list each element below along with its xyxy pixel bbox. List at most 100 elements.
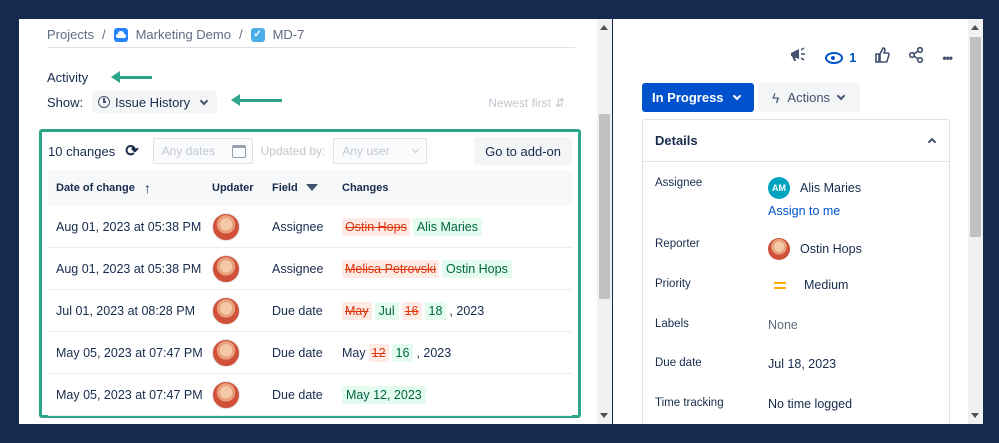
table-row: May 05, 2023 at 07:47 PM Due date May 12 16,… <box>48 332 572 374</box>
watchers-button[interactable]: 1 <box>825 50 856 65</box>
due-date-label: Due date <box>655 357 702 369</box>
reporter-row: Reporter Ostin Hops <box>655 238 939 260</box>
status-dropdown[interactable]: In Progress <box>642 83 754 112</box>
avatar[interactable] <box>212 338 240 367</box>
priority-name: Medium <box>804 278 849 292</box>
scroll-down-icon[interactable] <box>971 413 979 418</box>
history-addon: 10 changes ⟳ Any dates Updated by: Any u… <box>39 129 581 418</box>
scroll-up-icon[interactable] <box>971 25 979 30</box>
changes-cell: Melisa Petrovski Ostin Hops <box>342 259 572 278</box>
sort-order-toggle[interactable]: Newest first ⇵ <box>488 96 565 110</box>
table-row: Aug 01, 2023 at 05:38 PM Assignee Melisa P… <box>48 248 572 290</box>
details-panel: Details Assignee AM Alis Maries Assign t… <box>642 119 950 424</box>
changes-count: 10 changes <box>48 143 116 159</box>
changes-cell: Ostin Hops Alis Maries <box>342 217 572 236</box>
user-select[interactable]: Any user <box>333 138 428 164</box>
scroll-up-icon[interactable] <box>600 25 608 30</box>
changes-cell: May 12 16, 2023 <box>342 343 572 362</box>
sort-ascending-icon[interactable]: ↑ <box>144 180 151 196</box>
assign-to-me-row: Assign to me <box>768 204 939 218</box>
change-date: May 05, 2023 at 07:47 PM <box>56 387 203 402</box>
change-date: Aug 01, 2023 at 05:38 PM <box>56 261 202 276</box>
field-name: Due date <box>272 387 323 402</box>
chevron-down-icon <box>412 145 420 154</box>
clock-icon <box>98 96 110 108</box>
time-tracking-value[interactable]: No time logged <box>768 397 852 411</box>
time-tracking-label: Time tracking <box>655 397 724 409</box>
added-value: 16 <box>391 343 414 362</box>
scroll-down-icon[interactable] <box>600 413 608 418</box>
removed-value: 12 <box>368 343 389 362</box>
reporter-label: Reporter <box>655 238 700 250</box>
breadcrumb-issue[interactable]: MD-7 <box>273 27 305 42</box>
activity-filter-label: Issue History <box>115 94 191 110</box>
removed-value: May <box>342 301 372 320</box>
updater-cell <box>212 380 272 409</box>
column-date[interactable]: Date of change ↑ <box>48 180 212 196</box>
date-range-input[interactable]: Any dates <box>152 138 253 164</box>
priority-value[interactable]: Medium <box>768 278 848 292</box>
added-value: Jul <box>374 301 399 320</box>
updated-by-label: Updated by: <box>260 144 326 158</box>
user-select-placeholder: Any user <box>342 144 390 158</box>
column-field: Field <box>272 182 342 194</box>
chevron-down-icon <box>836 91 846 101</box>
assignee-value[interactable]: AM Alis Maries <box>768 177 861 199</box>
like-icon[interactable] <box>874 47 891 68</box>
share-icon[interactable] <box>908 46 924 68</box>
divider <box>47 47 575 48</box>
time-tracking-row: Time tracking No time logged <box>655 397 939 411</box>
assignee-label: Assignee <box>655 177 703 189</box>
priority-row: Priority Medium <box>655 278 939 292</box>
addon-toolbar: 10 changes ⟳ Any dates Updated by: Any u… <box>48 137 572 165</box>
sort-icon: ⇵ <box>554 96 565 110</box>
column-date-label: Date of change <box>56 182 135 194</box>
chevron-up-icon[interactable] <box>927 137 937 147</box>
actions-label: Actions <box>787 90 831 105</box>
filter-icon[interactable] <box>305 184 318 191</box>
due-date-row: Due date Jul 18, 2023 <box>655 357 939 371</box>
activity-filter-dropdown[interactable]: Issue History <box>92 91 218 113</box>
scrollbar-thumb[interactable] <box>599 114 610 299</box>
eye-icon <box>825 51 844 64</box>
added-value: Ostin Hops <box>442 259 512 278</box>
status-label: In Progress <box>652 90 724 105</box>
updater-cell <box>212 212 272 241</box>
avatar[interactable] <box>212 254 240 283</box>
reporter-value[interactable]: Ostin Hops <box>768 238 862 260</box>
assignee-row: Assignee AM Alis Maries <box>655 177 939 199</box>
avatar <box>768 238 790 260</box>
breadcrumb-projects[interactable]: Projects <box>47 27 94 42</box>
breadcrumb-project[interactable]: Marketing Demo <box>136 27 231 42</box>
more-icon[interactable]: ••• <box>942 51 953 65</box>
details-header[interactable]: Details <box>643 120 949 162</box>
sidebar-scrollbar[interactable] <box>968 19 983 424</box>
unchanged-value: , 2023 <box>416 345 452 360</box>
calendar-icon <box>231 144 246 158</box>
field-name: Assignee <box>272 261 324 276</box>
refresh-icon[interactable]: ⟳ <box>125 141 138 161</box>
field-name: Assignee <box>272 219 324 234</box>
change-date: May 05, 2023 at 07:47 PM <box>56 345 203 360</box>
bolt-icon: ϟ <box>772 89 780 106</box>
activity-panel: Projects / Marketing Demo / ✓ MD-7 Activ… <box>19 19 597 424</box>
actions-dropdown[interactable]: ϟ Actions <box>758 83 861 112</box>
avatar[interactable] <box>212 212 240 241</box>
megaphone-icon[interactable] <box>789 47 807 68</box>
avatar[interactable] <box>212 296 240 325</box>
table-row: May 05, 2023 at 07:47 PM Due date May 12, … <box>48 374 572 416</box>
changes-cell: May 12, 2023 <box>342 385 572 404</box>
go-to-addon-button[interactable]: Go to add-on <box>474 137 572 165</box>
task-icon: ✓ <box>250 27 265 42</box>
assign-to-me-link[interactable]: Assign to me <box>768 204 840 218</box>
avatar[interactable] <box>212 380 240 409</box>
column-changes: Changes <box>342 182 389 194</box>
scrollbar-thumb[interactable] <box>970 37 981 237</box>
labels-value[interactable]: None <box>768 318 798 332</box>
avatar: AM <box>768 177 790 199</box>
field-name: Due date <box>272 303 323 318</box>
unchanged-value: , 2023 <box>449 303 485 318</box>
due-date-value[interactable]: Jul 18, 2023 <box>768 357 836 371</box>
column-updater: Updater <box>212 182 254 194</box>
activity-scrollbar[interactable] <box>597 19 612 424</box>
